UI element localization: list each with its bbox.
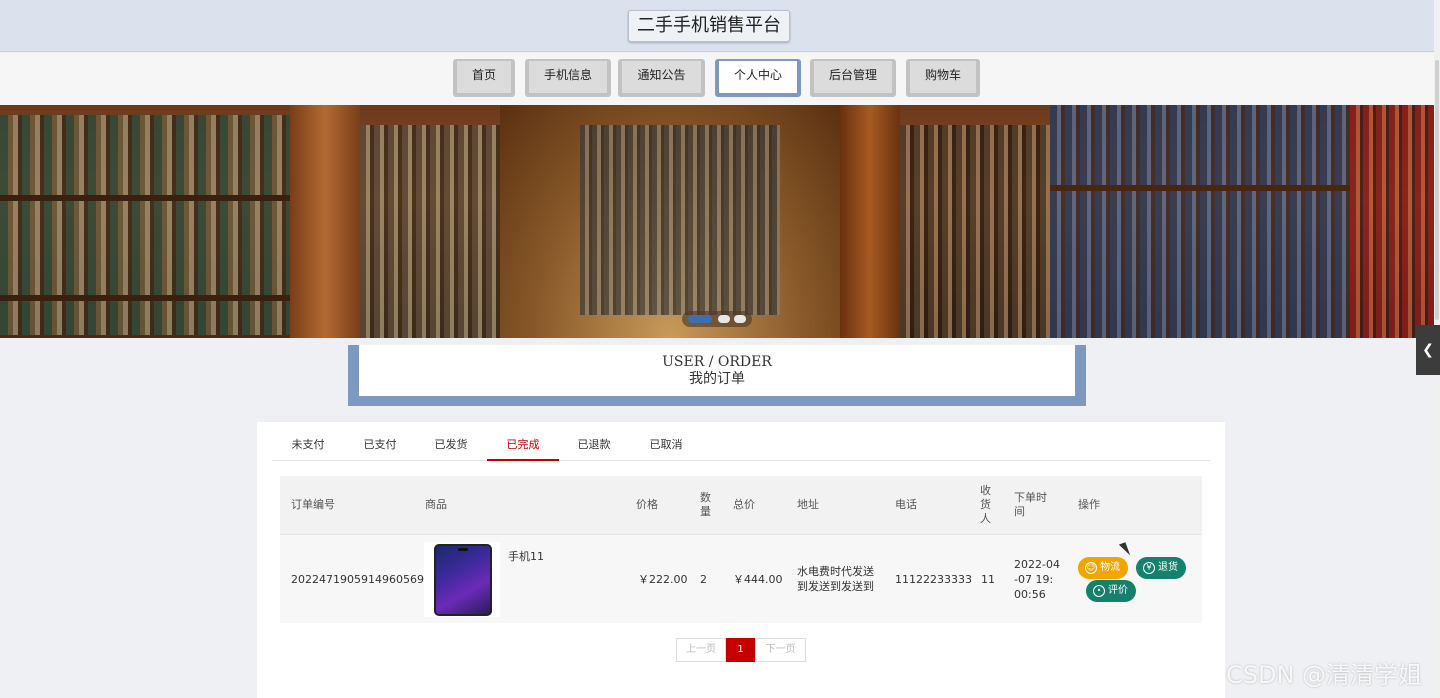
orders-panel: 未支付 已支付 已发货 已完成 已退款 已取消 订单编号 商品 价格 数量 总价… xyxy=(257,422,1225,698)
orders-table: 订单编号 商品 价格 数量 总价 地址 电话 收货人 下单时间 操作 20224… xyxy=(280,476,1202,623)
th-order-no: 订单编号 xyxy=(291,498,335,511)
nav-item-user-center[interactable]: 个人中心 xyxy=(715,59,801,97)
logistics-label: 物流 xyxy=(1100,562,1120,573)
tab-cancelled[interactable]: 已取消 xyxy=(630,422,702,461)
page-title-card: USER / ORDER 我的订单 xyxy=(348,345,1086,406)
main-nav: 首页 手机信息 通知公告 个人中心 后台管理 购物车 xyxy=(0,53,1434,105)
review-button[interactable]: • 评价 xyxy=(1086,580,1136,602)
goods-image[interactable] xyxy=(424,542,500,617)
carousel-indicators xyxy=(682,311,752,327)
page-title-cn: 我的订单 xyxy=(689,371,745,387)
wood-pillar xyxy=(290,105,360,338)
order-status-tabs: 未支付 已支付 已发货 已完成 已退款 已取消 xyxy=(272,422,1210,461)
bookshelf-center xyxy=(580,125,780,315)
th-actions: 操作 xyxy=(1078,498,1100,511)
shelf-board xyxy=(1050,185,1350,191)
order-time: 2022-04-07 19:00:56 xyxy=(1014,558,1060,601)
shelf-board xyxy=(0,295,290,301)
scrollbar-thumb[interactable] xyxy=(1435,60,1439,320)
user-icon: ☺ xyxy=(1085,562,1097,574)
chat-icon: • xyxy=(1093,585,1105,597)
logistics-button[interactable]: ☺ 物流 xyxy=(1078,557,1128,579)
tab-shipped[interactable]: 已发货 xyxy=(415,422,487,461)
table-row: 2022471905914960569 手机11 ￥222.00 2 ￥444.… xyxy=(280,534,1202,623)
th-qty: 数量 xyxy=(700,491,711,518)
page-title: USER / ORDER 我的订单 xyxy=(359,345,1075,396)
table-header: 订单编号 商品 价格 数量 总价 地址 电话 收货人 下单时间 操作 xyxy=(280,476,1202,534)
nav-item-notices[interactable]: 通知公告 xyxy=(618,59,705,97)
next-page-button[interactable]: 下一页 xyxy=(755,638,806,662)
bookshelf-far-right xyxy=(1350,105,1434,338)
tab-unpaid[interactable]: 未支付 xyxy=(272,422,344,461)
th-order-time: 下单时间 xyxy=(1014,491,1047,518)
phone-notch xyxy=(458,548,468,551)
bookshelf-mid-left xyxy=(360,125,500,338)
order-no: 2022471905914960569 xyxy=(291,573,424,586)
chevron-left-icon[interactable]: ❮ xyxy=(1416,325,1440,375)
nav-item-admin[interactable]: 后台管理 xyxy=(810,59,896,97)
page-title-en: USER / ORDER xyxy=(662,354,772,370)
tab-paid[interactable]: 已支付 xyxy=(344,422,416,461)
refund-label: 退货 xyxy=(1158,562,1178,573)
th-phone: 电话 xyxy=(895,498,917,511)
shelf-board xyxy=(0,195,290,201)
address: 水电费时代发送到发送到发送到 xyxy=(797,565,874,593)
site-title[interactable]: 二手手机销售平台 xyxy=(628,10,790,42)
refund-button[interactable]: ¥ 退货 xyxy=(1136,557,1186,579)
bookshelf-left xyxy=(0,115,290,335)
nav-item-cart[interactable]: 购物车 xyxy=(906,59,980,97)
th-receiver: 收货人 xyxy=(980,484,991,525)
receiver: 11 xyxy=(981,573,995,586)
nav-item-home[interactable]: 首页 xyxy=(453,59,515,97)
yen-icon: ¥ xyxy=(1143,562,1155,574)
wood-pillar xyxy=(840,105,900,338)
th-address: 地址 xyxy=(797,498,819,511)
watermark: CSDN @清清学姐 xyxy=(1226,661,1423,689)
page-1-button[interactable]: 1 xyxy=(726,638,755,662)
bookshelf-right xyxy=(1050,105,1350,338)
total-price: ￥444.00 xyxy=(733,573,783,586)
tab-refunded[interactable]: 已退款 xyxy=(558,422,630,461)
price: ￥222.00 xyxy=(638,573,688,586)
carousel-dot[interactable] xyxy=(734,315,746,323)
th-total: 总价 xyxy=(733,498,755,511)
site-header: 二手手机销售平台 xyxy=(0,0,1434,52)
prev-page-button[interactable]: 上一页 xyxy=(676,638,726,662)
nav-item-phone-info[interactable]: 手机信息 xyxy=(525,59,611,97)
banner-carousel[interactable] xyxy=(0,105,1434,338)
tab-completed[interactable]: 已完成 xyxy=(487,422,559,461)
quantity: 2 xyxy=(700,573,707,586)
carousel-dot[interactable] xyxy=(718,315,730,323)
review-label: 评价 xyxy=(1108,585,1128,596)
carousel-dot-active[interactable] xyxy=(688,315,712,323)
phone-image xyxy=(434,544,492,616)
th-price: 价格 xyxy=(636,498,658,511)
bookshelf-mid-right xyxy=(900,125,1050,338)
phone-number: 11122233333 xyxy=(895,573,972,586)
goods-name[interactable]: 手机11 xyxy=(508,549,544,564)
th-goods: 商品 xyxy=(425,498,447,511)
